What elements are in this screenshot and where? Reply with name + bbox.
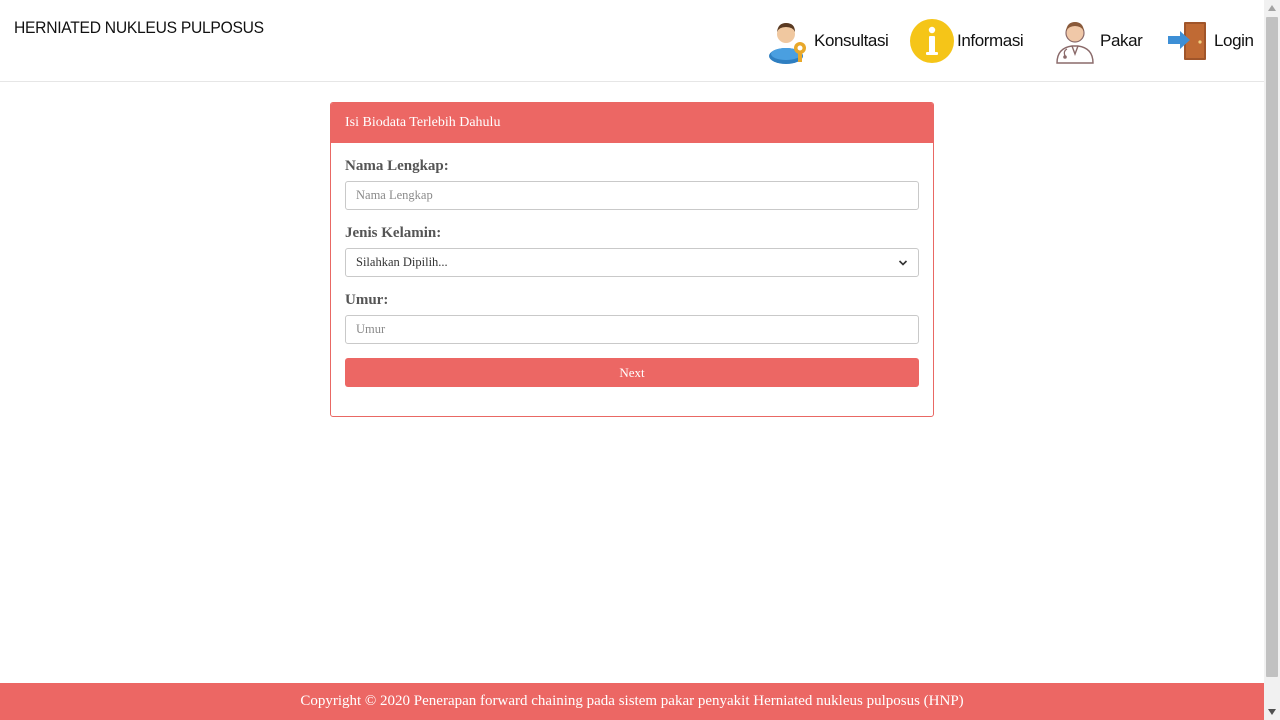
biodata-card: Isi Biodata Terlebih Dahulu Nama Lengkap… [330, 102, 934, 417]
next-button[interactable]: Next [345, 358, 919, 387]
gender-select[interactable]: Silahkan Dipilih... [345, 248, 919, 277]
card-title: Isi Biodata Terlebih Dahulu [331, 103, 933, 143]
nav-konsultasi-label: Konsultasi [814, 31, 889, 50]
scroll-thumb[interactable] [1266, 17, 1278, 677]
name-label: Nama Lengkap: [345, 158, 449, 174]
page-scrollbar[interactable] [1264, 0, 1280, 720]
scroll-up-button[interactable] [1264, 0, 1280, 16]
info-icon [910, 19, 954, 63]
footer-copyright: Copyright © 2020 Penerapan forward chain… [300, 693, 964, 709]
door-enter-icon [1168, 22, 1206, 60]
nav-pakar[interactable]: Pakar [1052, 16, 1143, 66]
nav-informasi-label: Informasi [957, 31, 1024, 50]
caret-up-icon [1268, 5, 1276, 11]
scroll-down-button[interactable] [1264, 704, 1280, 720]
footer: Copyright © 2020 Penerapan forward chain… [0, 683, 1264, 720]
nav-informasi[interactable]: Informasi [909, 16, 1024, 66]
caret-down-icon [1268, 709, 1276, 715]
age-input[interactable] [345, 315, 919, 344]
top-navbar: HERNIATED NUKLEUS PULPOSUS Konsultasi In… [0, 0, 1264, 82]
nav-login[interactable]: Login [1166, 16, 1254, 66]
gender-select-value: Silahkan Dipilih... [356, 255, 448, 269]
gender-label: Jenis Kelamin: [345, 225, 442, 241]
doctor-icon [1056, 22, 1094, 64]
chevron-down-icon [898, 259, 908, 266]
age-label: Umur: [345, 292, 389, 308]
nav-konsultasi[interactable]: Konsultasi [766, 16, 889, 66]
nav-login-label: Login [1214, 31, 1254, 50]
user-key-icon [769, 23, 806, 64]
biodata-form: Nama Lengkap: Jenis Kelamin: Silahkan Di… [331, 158, 933, 387]
nav-pakar-label: Pakar [1100, 31, 1143, 50]
name-input[interactable] [345, 181, 919, 210]
site-brand[interactable]: HERNIATED NUKLEUS PULPOSUS [14, 18, 264, 38]
